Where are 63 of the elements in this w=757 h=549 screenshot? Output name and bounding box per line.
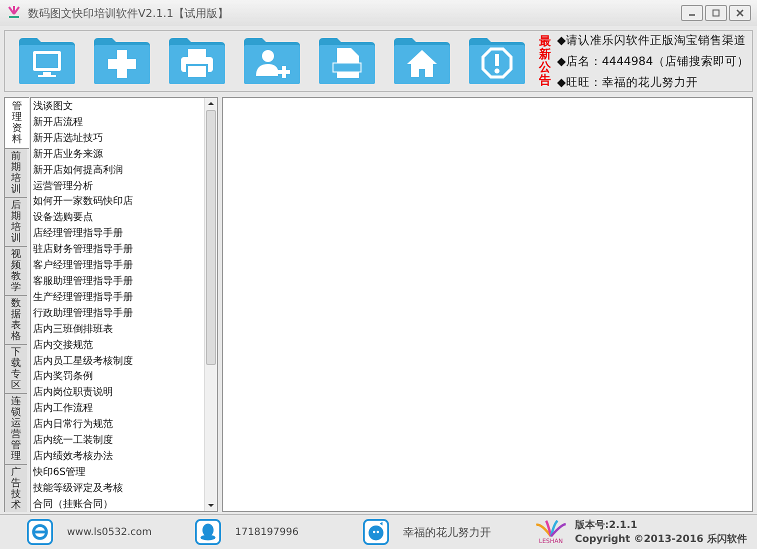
list-item[interactable]: 店内员工星级考核制度 bbox=[33, 354, 202, 370]
vertical-tab[interactable]: 数据表格 bbox=[4, 295, 27, 345]
list-item[interactable]: 店内奖罚条例 bbox=[33, 369, 202, 386]
close-icon bbox=[735, 8, 745, 18]
list-item[interactable]: 新开店流程 bbox=[33, 114, 202, 131]
list-item[interactable]: 店内绩效考核办法 bbox=[33, 448, 202, 465]
notice-text: ◆店名：4444984（店铺搜索即可） bbox=[557, 54, 750, 68]
list-item[interactable]: 店内统一工装制度 bbox=[33, 433, 202, 449]
list-item[interactable]: 新开店如何提高利润 bbox=[33, 162, 202, 179]
list-item[interactable]: 新开店业务来源 bbox=[33, 146, 202, 163]
scroll-thumb[interactable] bbox=[206, 110, 216, 365]
app-logo-icon bbox=[6, 5, 22, 21]
contact-text: www.ls0532.com bbox=[67, 526, 152, 538]
list-item[interactable]: 合同（挂账合同） bbox=[33, 496, 202, 512]
version-text: 版本号:2.1.1 bbox=[574, 518, 638, 532]
folder-toolbar-icon[interactable] bbox=[317, 36, 377, 86]
notice-text: ◆旺旺：幸福的花儿努力开 bbox=[557, 74, 699, 90]
list-item[interactable]: 行政助理管理指导手册 bbox=[33, 306, 202, 322]
vertical-tab[interactable]: 广告技术 bbox=[4, 464, 27, 512]
vertical-tab[interactable]: 视频教学 bbox=[4, 246, 27, 296]
list-item[interactable]: 店内工作流程 bbox=[33, 401, 202, 418]
list-item[interactable]: 店经理管理指导手册 bbox=[33, 226, 202, 242]
list-item[interactable]: 运营管理分析 bbox=[33, 178, 202, 194]
list-item[interactable]: 驻店财务管理指导手册 bbox=[33, 242, 202, 258]
list-item[interactable]: 客户经理管理指导手册 bbox=[33, 258, 202, 274]
folder-toolbar-icon[interactable] bbox=[242, 36, 302, 86]
folder-toolbar-icon[interactable] bbox=[467, 36, 527, 86]
list-item[interactable]: 店内岗位职责说明 bbox=[33, 385, 202, 402]
list-item[interactable]: 浅谈图文 bbox=[33, 99, 202, 115]
list-item[interactable]: 店内交接规范 bbox=[33, 338, 202, 354]
notice-heading: 最新公告 bbox=[539, 34, 551, 88]
maximize-button[interactable] bbox=[705, 5, 727, 21]
folder-toolbar-icon[interactable] bbox=[167, 36, 227, 86]
folder-toolbar-icon[interactable] bbox=[17, 36, 77, 86]
list-item[interactable]: 店内日常行为规范 bbox=[33, 417, 202, 434]
list-item[interactable]: 新开店选址技巧 bbox=[33, 130, 202, 147]
contact-text: 1718197996 bbox=[235, 526, 299, 538]
vertical-tab[interactable]: 连锁运营管理 bbox=[4, 393, 27, 465]
close-button[interactable] bbox=[729, 5, 751, 21]
notice-text: ◆请认准乐闪软件正版淘宝销售渠道 bbox=[557, 32, 747, 48]
scroll-down-icon[interactable] bbox=[207, 503, 215, 509]
list-item[interactable]: 生产经理管理指导手册 bbox=[33, 290, 202, 306]
vertical-tab[interactable]: 后期培训 bbox=[4, 197, 27, 247]
vertical-tab[interactable]: 前期培训 bbox=[4, 148, 27, 198]
browser-icon[interactable] bbox=[27, 519, 53, 545]
penguin-icon[interactable] bbox=[195, 519, 221, 545]
list-item[interactable]: 快印6S管理 bbox=[33, 464, 202, 481]
list-item[interactable]: 客服助理管理指导手册 bbox=[33, 274, 202, 290]
window-title: 数码图文快印培训软件V2.1.1【试用版】 bbox=[28, 6, 229, 20]
vertical-tab[interactable]: 下载专区 bbox=[4, 344, 27, 394]
scrollbar[interactable] bbox=[204, 98, 217, 511]
scroll-up-icon[interactable] bbox=[207, 100, 215, 106]
vertical-tab[interactable]: 管理资料 bbox=[4, 97, 29, 149]
list-item[interactable]: 设备选购要点 bbox=[33, 210, 202, 226]
maximize-icon bbox=[711, 8, 721, 18]
contact-text: 幸福的花儿努力开 bbox=[403, 524, 491, 540]
folder-toolbar-icon[interactable] bbox=[392, 36, 452, 86]
list-item[interactable]: 技能等级评定及考核 bbox=[33, 480, 202, 497]
folder-toolbar-icon[interactable] bbox=[92, 36, 152, 86]
list-item[interactable]: 店内三班倒排班表 bbox=[33, 322, 202, 338]
list-item[interactable]: 如何开一家数码快印店 bbox=[33, 194, 202, 210]
chat-bubble-icon[interactable] bbox=[363, 519, 389, 545]
copyright-text: Copyright ©2013-2016 乐闪软件 bbox=[574, 532, 747, 546]
